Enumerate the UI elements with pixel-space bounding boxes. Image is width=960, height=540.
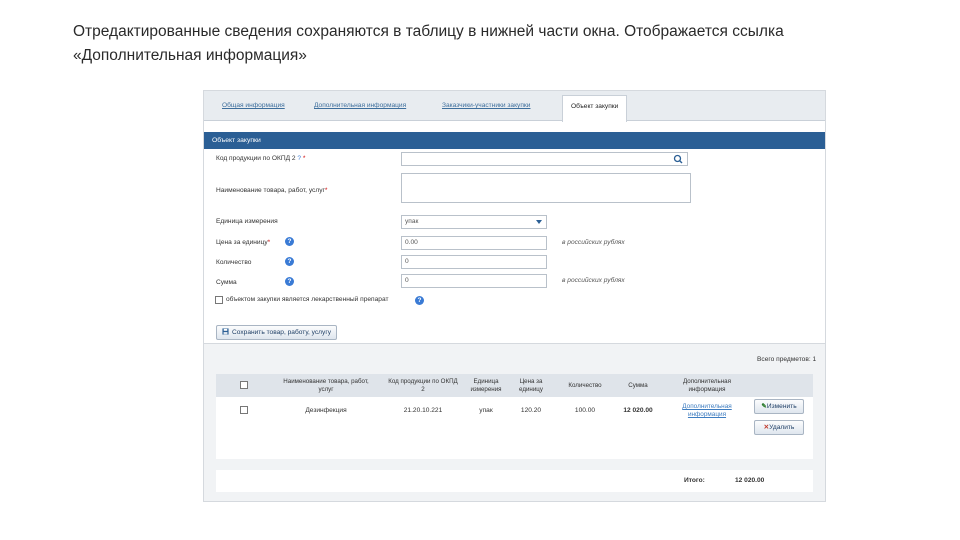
items-table-area: Всего предметов: 1 Наименование товара, … [204, 343, 825, 501]
drug-checkbox-label: объектом закупки является лекарственный … [226, 296, 389, 303]
row-checkbox[interactable] [240, 406, 248, 414]
slide-caption: Отредактированные сведения сохраняются в… [73, 20, 933, 68]
caption-line-1: Отредактированные сведения сохраняются в… [73, 23, 784, 40]
app-window: Общая информация Дополнительная информац… [203, 90, 826, 502]
unit-label: Единица измерения [216, 218, 278, 225]
cell-sum: 12 020.00 [623, 407, 653, 414]
price-input[interactable]: 0.00 [401, 236, 547, 250]
table-footer: Итого: 12 020.00 [216, 470, 813, 492]
table-header: Наименование товара, работ, услуг Код пр… [216, 374, 813, 397]
cell-quantity: 100.00 [574, 407, 596, 414]
help-icon[interactable]: ? [415, 296, 424, 305]
delete-row-button[interactable]: ✕Удалить [754, 420, 804, 435]
cell-name: Дезинфекция [305, 407, 347, 414]
tab-bar: Общая информация Дополнительная информац… [204, 91, 825, 122]
total-items-count: Всего предметов: 1 [757, 356, 817, 363]
help-icon[interactable]: ? [285, 237, 294, 246]
table-row: Дезинфекция 21.20.10.221 упак 120.20 100… [216, 397, 813, 459]
column-header-code[interactable]: Код продукции по ОКПД 2 [388, 374, 458, 397]
name-label: Наименование товара, работ, услуг* [216, 187, 328, 194]
help-icon[interactable]: ? [285, 277, 294, 286]
total-value: 12 020.00 [735, 477, 765, 484]
column-header-unit[interactable]: Единица измерения [464, 374, 508, 397]
cell-code: 21.20.10.221 [403, 407, 443, 414]
sum-label: Сумма [216, 279, 237, 286]
price-label: Цена за единицу* [216, 239, 271, 246]
search-icon[interactable] [671, 153, 685, 165]
unit-select[interactable]: упак [401, 215, 547, 229]
okpd-code-input[interactable] [401, 152, 688, 166]
tab-general-info[interactable]: Общая информация [222, 97, 285, 121]
help-icon[interactable]: ? [285, 257, 294, 266]
tab-participating-customers[interactable]: Заказчики-участники закупки [442, 97, 530, 121]
caption-line-2: «Дополнительная информация» [73, 47, 307, 64]
chevron-down-icon[interactable] [532, 216, 546, 228]
column-header-price[interactable]: Цена за единицу [514, 374, 548, 397]
sum-input[interactable]: 0 [401, 274, 547, 288]
column-header-sum[interactable]: Сумма [620, 374, 656, 397]
sum-currency-note: в российских рублях [562, 277, 625, 284]
drug-checkbox[interactable] [215, 296, 223, 304]
additional-info-link[interactable]: Дополнительная информация [674, 403, 740, 419]
cell-unit: упак [479, 407, 493, 414]
cell-price: 120.20 [520, 407, 542, 414]
tab-procurement-object[interactable]: Объект закупки [562, 95, 628, 122]
quantity-input[interactable]: 0 [401, 255, 547, 269]
quantity-label: Количество [216, 259, 252, 266]
name-textarea[interactable] [401, 173, 691, 203]
column-header-quantity[interactable]: Количество [556, 374, 614, 397]
select-all-checkbox[interactable] [240, 381, 248, 389]
column-header-name[interactable]: Наименование товара, работ, услуг [276, 374, 376, 397]
total-label: Итого: [684, 477, 705, 484]
save-item-button[interactable]: Сохранить товар, работу, услугу [216, 325, 338, 340]
save-icon [222, 328, 229, 335]
price-currency-note: в российских рублях [562, 239, 625, 246]
column-header-additional-info[interactable]: Дополнительная информация [664, 374, 750, 397]
section-title: Объект закупки [204, 132, 825, 149]
okpd-label: Код продукции по ОКПД 2 ? * [216, 155, 306, 162]
edit-row-button[interactable]: ✎Изменить [754, 399, 804, 414]
tab-additional-info[interactable]: Дополнительная информация [314, 97, 406, 121]
